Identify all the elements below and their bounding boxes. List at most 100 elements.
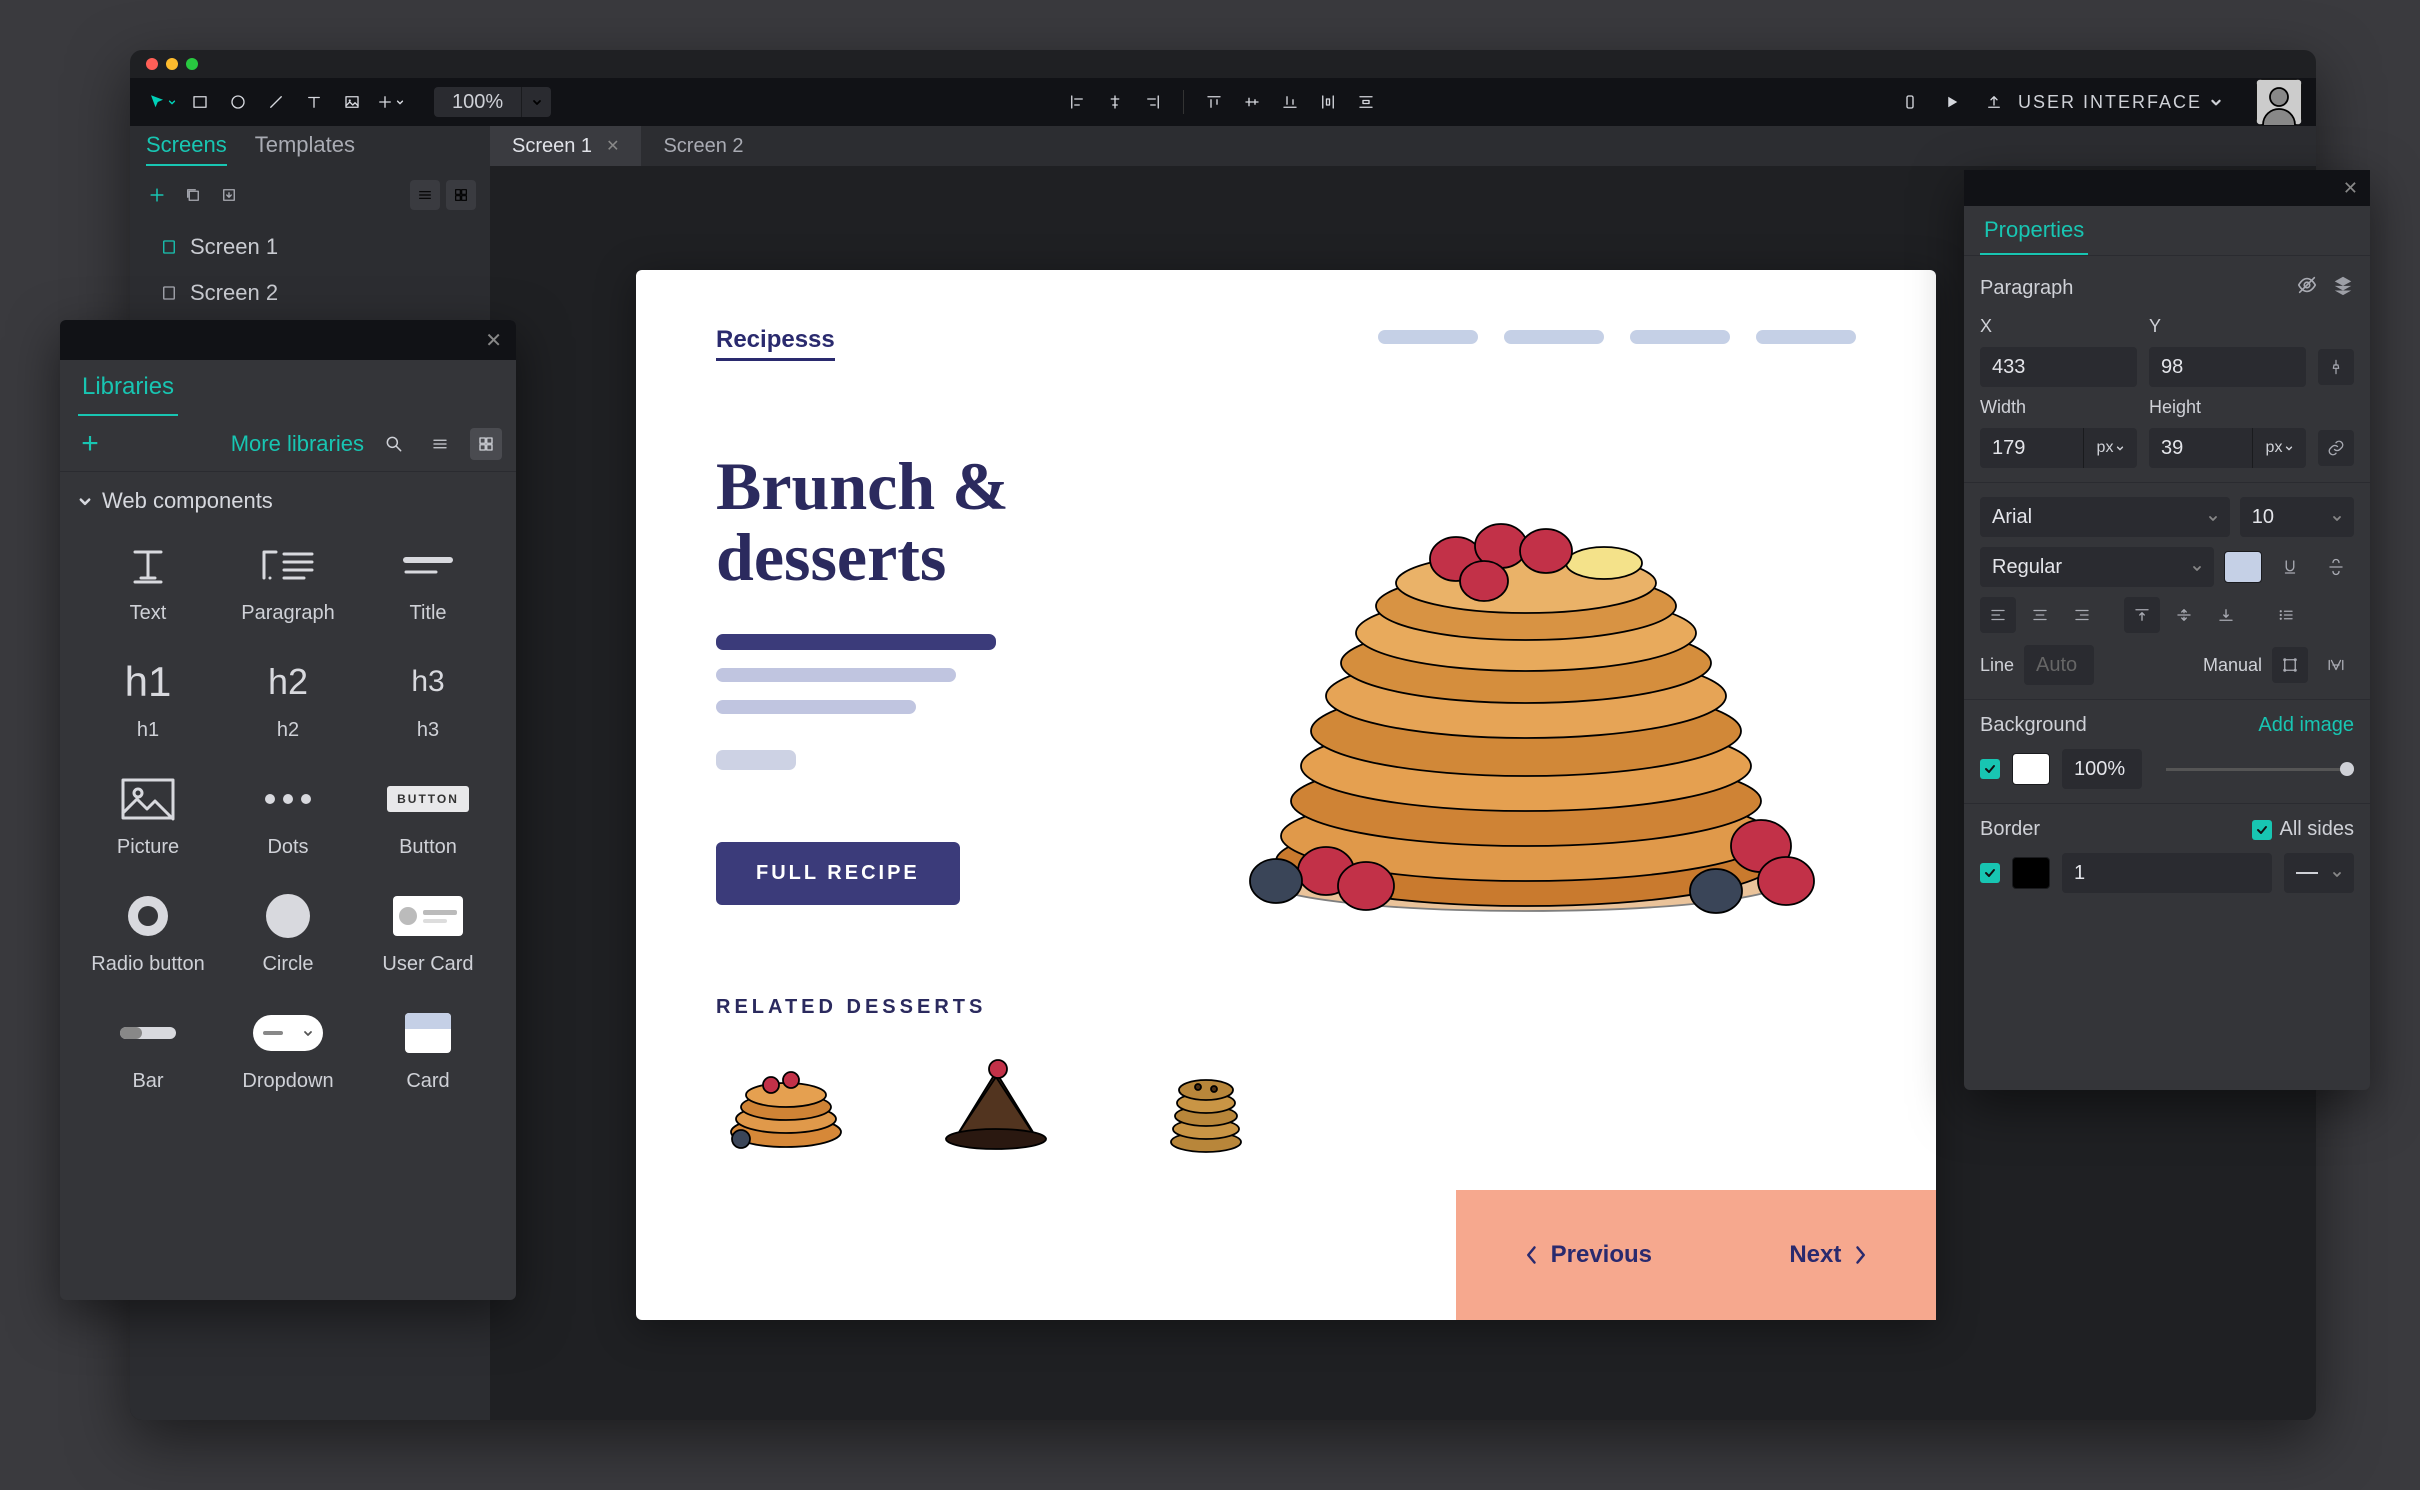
font-weight-select[interactable]: Regular <box>1980 547 2214 587</box>
component-button[interactable]: BUTTONButton <box>358 774 498 859</box>
close-panel-icon[interactable]: ✕ <box>485 328 502 353</box>
artboard[interactable]: Recipesss Brunch & desserts FULL RECIPE <box>636 270 1936 1320</box>
component-dots[interactable]: Dots <box>218 774 358 859</box>
component-circle[interactable]: Circle <box>218 891 358 976</box>
border-color-swatch[interactable] <box>2012 857 2050 889</box>
width-unit[interactable]: px <box>2083 428 2137 468</box>
component-h1[interactable]: h1h1 <box>78 657 218 742</box>
grid-view-icon[interactable] <box>470 428 502 460</box>
valign-bottom-icon[interactable] <box>2208 597 2244 633</box>
list-view-icon[interactable] <box>424 428 456 460</box>
close-tab-icon[interactable]: ✕ <box>606 136 619 156</box>
close-panel-icon[interactable]: ✕ <box>2343 178 2358 199</box>
border-style-select[interactable] <box>2284 853 2354 893</box>
distribute-v-icon[interactable] <box>1348 84 1384 120</box>
user-avatar[interactable] <box>2256 79 2302 125</box>
grid-view-icon[interactable] <box>446 180 476 210</box>
maximize-window-icon[interactable] <box>186 58 198 70</box>
layers-icon[interactable] <box>2332 274 2354 302</box>
font-size-select[interactable]: 10 <box>2240 497 2354 537</box>
cta-button[interactable]: FULL RECIPE <box>716 842 960 905</box>
align-center-v-icon[interactable] <box>1234 84 1270 120</box>
opacity-slider[interactable] <box>2166 768 2354 771</box>
play-preview-icon[interactable] <box>1934 84 1970 120</box>
opacity-input[interactable]: 100% <box>2062 749 2142 789</box>
background-enabled-checkbox[interactable] <box>1980 759 2000 779</box>
resize-manual-icon[interactable] <box>2272 647 2308 683</box>
align-top-icon[interactable] <box>1196 84 1232 120</box>
add-screen-icon[interactable] <box>144 182 170 208</box>
text-align-center-icon[interactable] <box>2022 597 2058 633</box>
component-text[interactable]: Text <box>78 540 218 625</box>
rectangle-tool[interactable] <box>182 84 218 120</box>
component-card[interactable]: Card <box>358 1008 498 1093</box>
screen-item-1[interactable]: Screen 1 <box>144 224 476 270</box>
sidebar-tab-templates[interactable]: Templates <box>255 126 355 166</box>
link-dimensions-icon[interactable] <box>2318 430 2354 466</box>
upload-icon[interactable] <box>1976 84 2012 120</box>
height-input[interactable]: 39 <box>2149 428 2252 468</box>
zoom-control[interactable]: 100% <box>434 87 551 117</box>
line-height-input[interactable]: Auto <box>2024 645 2094 685</box>
visibility-icon[interactable] <box>2296 274 2318 302</box>
add-tool[interactable] <box>372 84 408 120</box>
related-item-cookies[interactable] <box>1136 1047 1276 1157</box>
related-item-cake[interactable] <box>926 1047 1066 1157</box>
all-sides-toggle[interactable]: All sides <box>2252 818 2354 841</box>
valign-top-icon[interactable] <box>2124 597 2160 633</box>
sidebar-tab-screens[interactable]: Screens <box>146 126 227 166</box>
align-bottom-icon[interactable] <box>1272 84 1308 120</box>
distribute-h-icon[interactable] <box>1310 84 1346 120</box>
line-tool[interactable] <box>258 84 294 120</box>
select-tool[interactable] <box>144 84 180 120</box>
libraries-titlebar[interactable]: ✕ <box>60 320 516 360</box>
libraries-tab[interactable]: Libraries <box>78 360 178 416</box>
underline-icon[interactable] <box>2272 549 2308 585</box>
border-enabled-checkbox[interactable] <box>1980 863 2000 883</box>
pin-icon[interactable] <box>2318 349 2354 385</box>
previous-button[interactable]: Previous <box>1525 1241 1652 1269</box>
image-tool[interactable] <box>334 84 370 120</box>
screen-item-2[interactable]: Screen 2 <box>144 270 476 316</box>
text-align-right-icon[interactable] <box>2064 597 2100 633</box>
close-window-icon[interactable] <box>146 58 158 70</box>
properties-tab[interactable]: Properties <box>1980 206 2088 255</box>
duplicate-icon[interactable] <box>180 182 206 208</box>
width-input[interactable]: 179 <box>1980 428 2083 468</box>
text-color-swatch[interactable] <box>2224 551 2262 583</box>
more-libraries-link[interactable]: More libraries <box>231 431 364 457</box>
screen-tab-2[interactable]: Screen 2 <box>641 126 765 166</box>
text-align-left-icon[interactable] <box>1980 597 2016 633</box>
zoom-dropdown-icon[interactable] <box>521 87 551 117</box>
background-color-swatch[interactable] <box>2012 753 2050 785</box>
import-icon[interactable] <box>216 182 242 208</box>
screen-tab-1[interactable]: Screen 1 ✕ <box>490 126 641 166</box>
add-image-link[interactable]: Add image <box>2258 714 2354 737</box>
device-preview-icon[interactable] <box>1892 84 1928 120</box>
component-bar[interactable]: Bar <box>78 1008 218 1093</box>
valign-middle-icon[interactable] <box>2166 597 2202 633</box>
properties-titlebar[interactable]: ✕ <box>1964 170 2370 206</box>
component-paragraph[interactable]: Paragraph <box>218 540 358 625</box>
border-width-input[interactable]: 1 <box>2062 853 2272 893</box>
bullet-list-icon[interactable] <box>2268 597 2304 633</box>
align-left-icon[interactable] <box>1059 84 1095 120</box>
strikethrough-icon[interactable] <box>2318 549 2354 585</box>
component-h2[interactable]: h2h2 <box>218 657 358 742</box>
align-center-h-icon[interactable] <box>1097 84 1133 120</box>
component-usercard[interactable]: User Card <box>358 891 498 976</box>
component-radio[interactable]: Radio button <box>78 891 218 976</box>
section-web-components[interactable]: Web components <box>60 472 516 530</box>
component-h3[interactable]: h3h3 <box>358 657 498 742</box>
component-dropdown[interactable]: Dropdown <box>218 1008 358 1093</box>
component-picture[interactable]: Picture <box>78 774 218 859</box>
auto-width-icon[interactable] <box>2318 647 2354 683</box>
search-icon[interactable] <box>378 428 410 460</box>
component-title[interactable]: Title <box>358 540 498 625</box>
height-unit[interactable]: px <box>2252 428 2306 468</box>
list-view-icon[interactable] <box>410 180 440 210</box>
font-family-select[interactable]: Arial <box>1980 497 2230 537</box>
x-input[interactable]: 433 <box>1980 347 2137 387</box>
minimize-window-icon[interactable] <box>166 58 178 70</box>
related-item-pancakes[interactable] <box>716 1047 856 1157</box>
